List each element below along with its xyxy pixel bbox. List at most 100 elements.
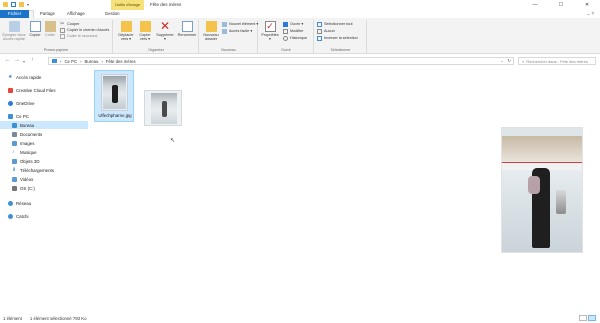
rename-button[interactable]: Renommer	[176, 21, 198, 37]
nav-item-3d-objects[interactable]: Objets 3D	[0, 157, 88, 165]
breadcrumb-fete-des-meres[interactable]: Fête des mères	[106, 59, 136, 64]
new-folder-icon[interactable]	[19, 2, 24, 7]
new-folder-label: Nouveau dossier	[203, 33, 219, 42]
details-view-button[interactable]	[579, 315, 587, 321]
new-folder-button[interactable]: Nouveau dossier	[201, 21, 221, 42]
desktop-icon	[12, 122, 17, 128]
nav-item-quick-access[interactable]: ★ Accès rapide	[0, 73, 88, 81]
drag-ghost-figure	[162, 101, 167, 117]
drive-icon	[12, 185, 17, 191]
back-arrow-icon[interactable]: ←	[5, 57, 11, 63]
easy-access-button[interactable]: Accès facile ▾	[222, 28, 252, 34]
properties-label: Propriétés ▾	[261, 33, 279, 42]
new-item-icon	[222, 21, 227, 27]
copy-button[interactable]: Copier	[28, 21, 42, 37]
refresh-icon[interactable]: ↻	[507, 58, 511, 64]
tab-manage[interactable]: Gestion	[99, 10, 126, 18]
address-dropdown-icon[interactable]: ⌄	[500, 58, 504, 64]
nav-item-label: Bureau	[20, 122, 35, 128]
search-icon: ⌕	[522, 58, 525, 64]
nav-item-label: Vidéos	[20, 176, 34, 182]
maximize-button[interactable]: ☐	[548, 0, 574, 10]
breadcrumb-separator: ›	[80, 58, 82, 64]
open-button[interactable]: Ouvrir ▾	[283, 21, 303, 27]
breadcrumb-ce-pc[interactable]: Ce PC	[64, 59, 77, 64]
rename-label: Renommer	[177, 33, 197, 37]
search-input[interactable]: ⌕ Rechercher dans : Fête des mères	[518, 57, 596, 65]
preview-child	[528, 176, 540, 194]
copy-to-button[interactable]: Copier vers ▾	[136, 21, 154, 42]
window-title: Fête des mères	[150, 2, 182, 7]
file-name: Ulfechpharne.jpg	[98, 113, 132, 118]
select-none-icon	[317, 28, 322, 34]
select-all-button[interactable]: Sélectionner tout	[317, 21, 353, 27]
open-icon	[283, 21, 288, 27]
file-item-image[interactable]: Ulfechpharne.jpg	[94, 70, 134, 122]
select-none-button[interactable]: Aucun	[317, 28, 335, 34]
rename-icon	[181, 21, 193, 32]
nav-item-music[interactable]: ♪ Musique	[0, 148, 88, 156]
pin-label: Épingler dans Accès rapide	[2, 33, 26, 42]
preview-banner	[502, 136, 582, 162]
nav-item-documents[interactable]: Documents	[0, 130, 88, 138]
paste-label: Coller	[45, 33, 55, 37]
group-select: Sélectionner tout Aucun Inverser la séle…	[315, 20, 367, 53]
edit-button[interactable]: Modifier	[283, 28, 304, 34]
nav-item-this-pc[interactable]: Ce PC	[0, 112, 88, 120]
address-bar[interactable]: › Ce PC › Bureau › Fête des mères ⌄ ↻	[48, 57, 514, 65]
properties-button[interactable]: ✓ Propriétés ▾	[260, 21, 280, 42]
nav-item-os-c[interactable]: OS (C:)	[0, 184, 88, 192]
delete-icon: ✕	[159, 19, 171, 33]
history-button[interactable]: Historique	[283, 35, 307, 41]
ribbon: Épingler dans Accès rapide Copier Coller…	[0, 18, 600, 54]
recent-locations-icon[interactable]: ▾	[23, 59, 25, 64]
nav-item-downloads[interactable]: ⬇ Téléchargements	[0, 166, 88, 174]
forward-arrow-icon[interactable]: →	[14, 57, 20, 63]
nav-item-label: Documents	[20, 131, 43, 137]
title-bar: ▾ Fête des mères — ☐ ✕	[0, 0, 600, 10]
move-folder-icon	[120, 21, 132, 32]
creative-cloud-icon	[8, 87, 13, 93]
address-row: ← → ▾ ↑ › Ce PC › Bureau › Fête des mère…	[0, 55, 600, 67]
tab-view[interactable]: Affichage	[61, 10, 91, 18]
up-arrow-icon[interactable]: ↑	[31, 57, 34, 63]
delete-button[interactable]: ✕ Supprimer ▾	[155, 19, 175, 42]
nav-item-network[interactable]: Réseau	[0, 199, 88, 207]
homegroup-icon	[8, 213, 13, 219]
new-item-button[interactable]: Nouvel élément ▾	[222, 21, 258, 27]
paste-button[interactable]: Coller	[43, 21, 57, 37]
close-button[interactable]: ✕	[574, 0, 600, 10]
network-icon	[8, 200, 13, 206]
pin-icon	[8, 21, 20, 32]
nav-item-onedrive[interactable]: OneDrive	[0, 99, 88, 107]
chevron-down-icon[interactable]: ▾	[27, 2, 32, 7]
copy-icon	[29, 21, 41, 32]
nav-item-creative-cloud[interactable]: Creative Cloud Files	[0, 86, 88, 94]
invert-selection-button[interactable]: Inverser la sélection	[317, 35, 358, 41]
pin-quick-access-button[interactable]: Épingler dans Accès rapide	[2, 21, 26, 42]
clipboard-icon	[44, 21, 56, 32]
tab-share[interactable]: Partage	[34, 10, 61, 18]
file-explorer-window: ▾ Fête des mères — ☐ ✕ Fichier Accueil P…	[0, 0, 600, 323]
ribbon-expand-icon[interactable]: ⌄ ?	[586, 11, 594, 17]
nav-item-desktop[interactable]: Bureau	[0, 121, 88, 129]
breadcrumb-bureau[interactable]: Bureau	[85, 59, 99, 64]
ribbon-tabs: Fichier Accueil Partage Affichage Gestio…	[0, 10, 600, 18]
minimize-button[interactable]: —	[522, 0, 548, 10]
pc-icon	[52, 59, 57, 63]
nav-item-videos[interactable]: Vidéos	[0, 175, 88, 183]
nav-item-pictures[interactable]: Images	[0, 139, 88, 147]
video-icon	[12, 176, 17, 182]
checkmark-icon[interactable]	[11, 2, 16, 7]
paste-shortcut-button[interactable]: Coller le raccourci	[60, 33, 97, 39]
pictures-icon	[12, 140, 17, 146]
breadcrumb-separator: ›	[60, 58, 62, 64]
tab-file[interactable]: Fichier	[0, 10, 30, 18]
nav-item-catchi[interactable]: Catchi	[0, 212, 88, 220]
move-to-button[interactable]: Déplacer vers ▾	[117, 21, 135, 42]
large-icons-view-button[interactable]	[588, 315, 596, 321]
nav-item-label: Musique	[20, 149, 37, 155]
context-tab-title: Outils d'image	[114, 2, 141, 7]
properties-icon: ✓	[264, 21, 276, 32]
folder-icon	[3, 2, 8, 7]
